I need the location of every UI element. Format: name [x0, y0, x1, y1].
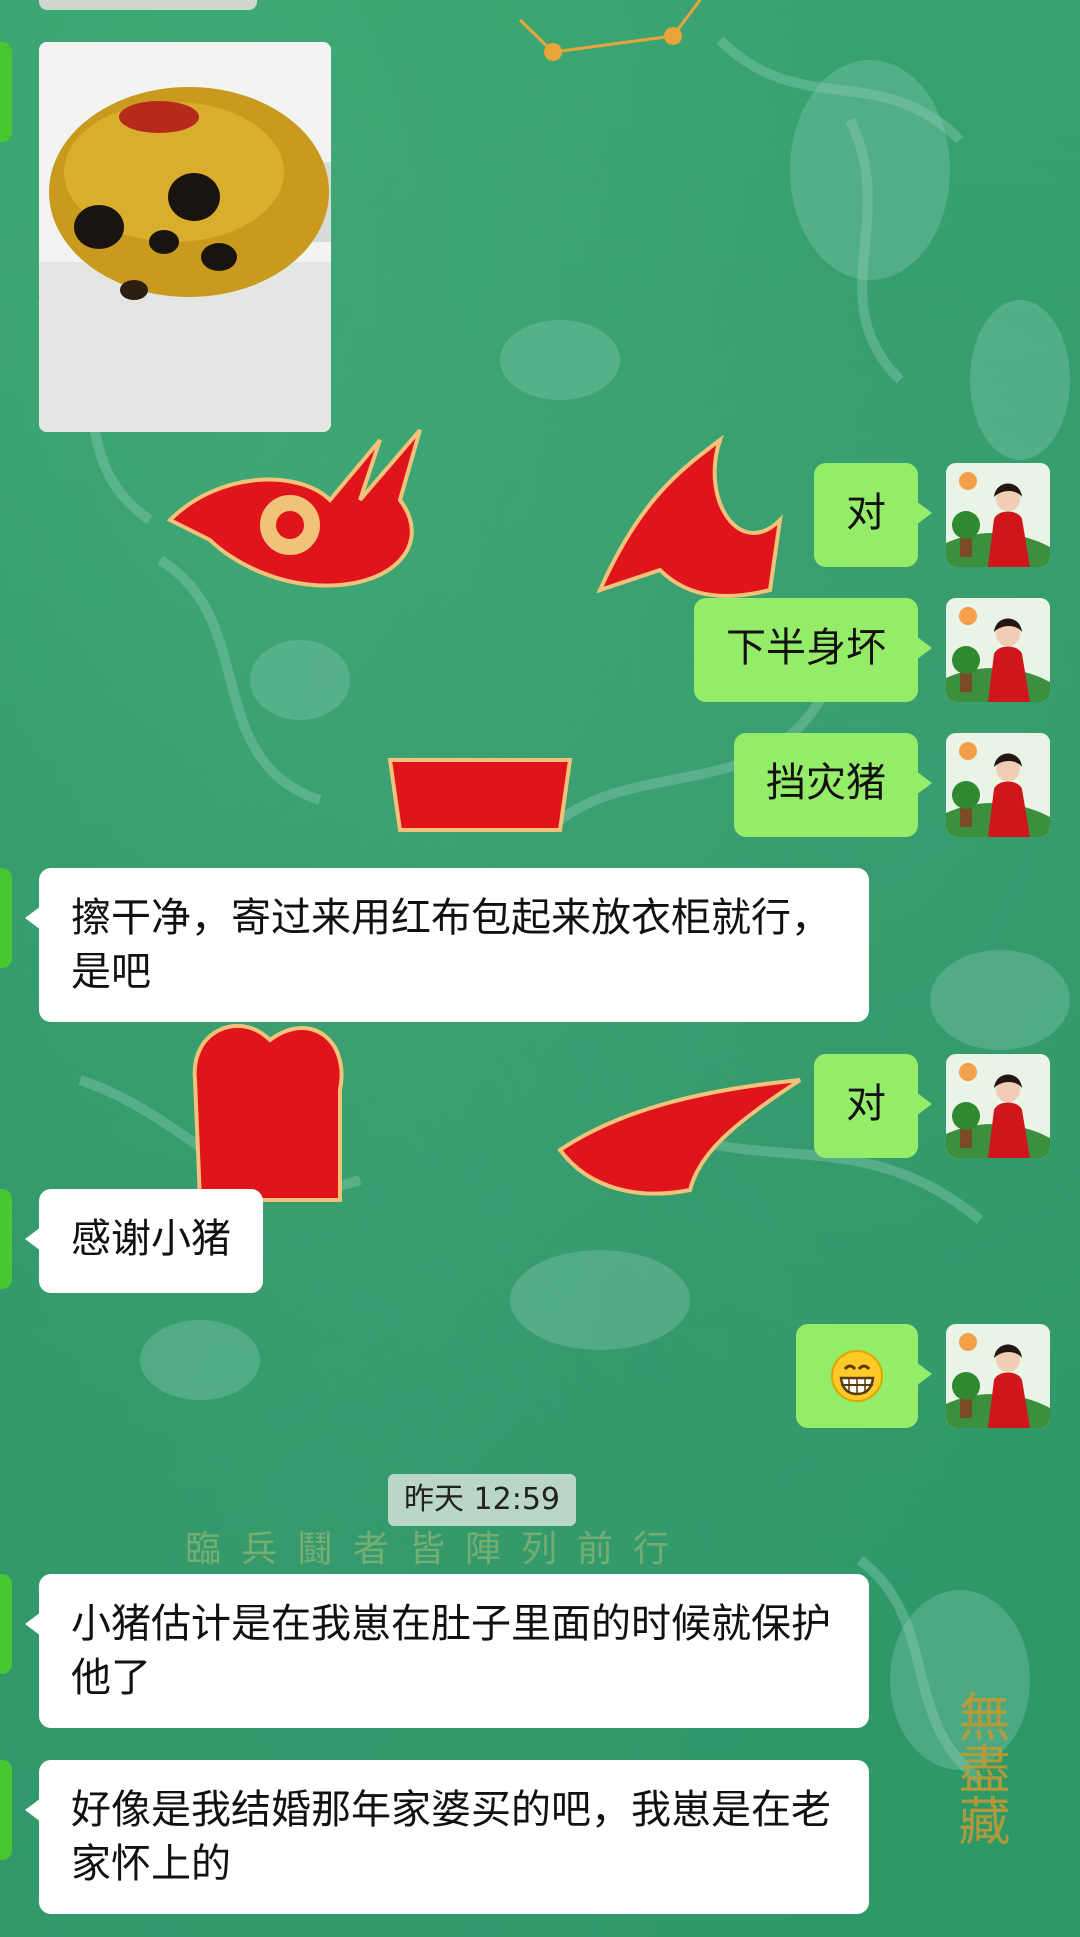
message-bubble-sent[interactable]: 对 — [814, 1054, 932, 1158]
message-bubble-sent[interactable] — [796, 1324, 932, 1428]
avatar-image — [946, 598, 1050, 702]
message-text: 对 — [846, 1081, 886, 1127]
message-text: 挡灾猪 — [766, 760, 886, 806]
message-text: 小猪估计是在我崽在肚子里面的时候就保护他了 — [71, 1601, 831, 1701]
message-text: 擦干净，寄过来用红布包起来放衣柜就行，是吧 — [71, 895, 831, 995]
message-text: 好像是我结婚那年家婆买的吧，我崽是在老家怀上的 — [71, 1787, 831, 1887]
message-bubble-sent[interactable]: 下半身坏 — [694, 598, 932, 702]
my-avatar[interactable] — [946, 1324, 1050, 1428]
avatar-image — [946, 463, 1050, 567]
my-avatar[interactable] — [946, 463, 1050, 567]
avatar-image — [946, 1054, 1050, 1158]
message-text: 对 — [846, 490, 886, 536]
previous-message-stub — [39, 0, 257, 10]
message-timestamp: 昨天 12:59 — [388, 1474, 576, 1526]
message-image[interactable] — [39, 42, 331, 432]
background-seal: 無盡藏 — [949, 1690, 1009, 1846]
message-text: 感谢小猪 — [71, 1216, 231, 1262]
message-bubble-received[interactable]: 好像是我结婚那年家婆买的吧，我崽是在老家怀上的 — [25, 1760, 869, 1914]
message-bubble-sent[interactable]: 对 — [814, 463, 932, 567]
message-bubble-received[interactable]: 小猪估计是在我崽在肚子里面的时候就保护他了 — [25, 1574, 869, 1728]
my-avatar[interactable] — [946, 1054, 1050, 1158]
message-text: 下半身坏 — [726, 625, 886, 671]
contact-avatar[interactable] — [0, 868, 12, 968]
contact-avatar[interactable] — [0, 42, 12, 142]
contact-avatar[interactable] — [0, 1189, 12, 1289]
background-caption: 臨兵鬪者皆陣列前行 — [185, 1529, 690, 1570]
avatar-image — [946, 733, 1050, 837]
message-bubble-received[interactable]: 感谢小猪 — [25, 1189, 263, 1293]
avatar-image — [946, 1324, 1050, 1428]
contact-avatar[interactable] — [0, 1574, 12, 1674]
contact-avatar[interactable] — [0, 1760, 12, 1860]
golden-pig-photo — [39, 42, 331, 432]
message-bubble-received[interactable]: 擦干净，寄过来用红布包起来放衣柜就行，是吧 — [25, 868, 869, 1022]
my-avatar[interactable] — [946, 733, 1050, 837]
grin-icon — [831, 1350, 883, 1402]
message-bubble-sent[interactable]: 挡灾猪 — [734, 733, 932, 837]
my-avatar[interactable] — [946, 598, 1050, 702]
